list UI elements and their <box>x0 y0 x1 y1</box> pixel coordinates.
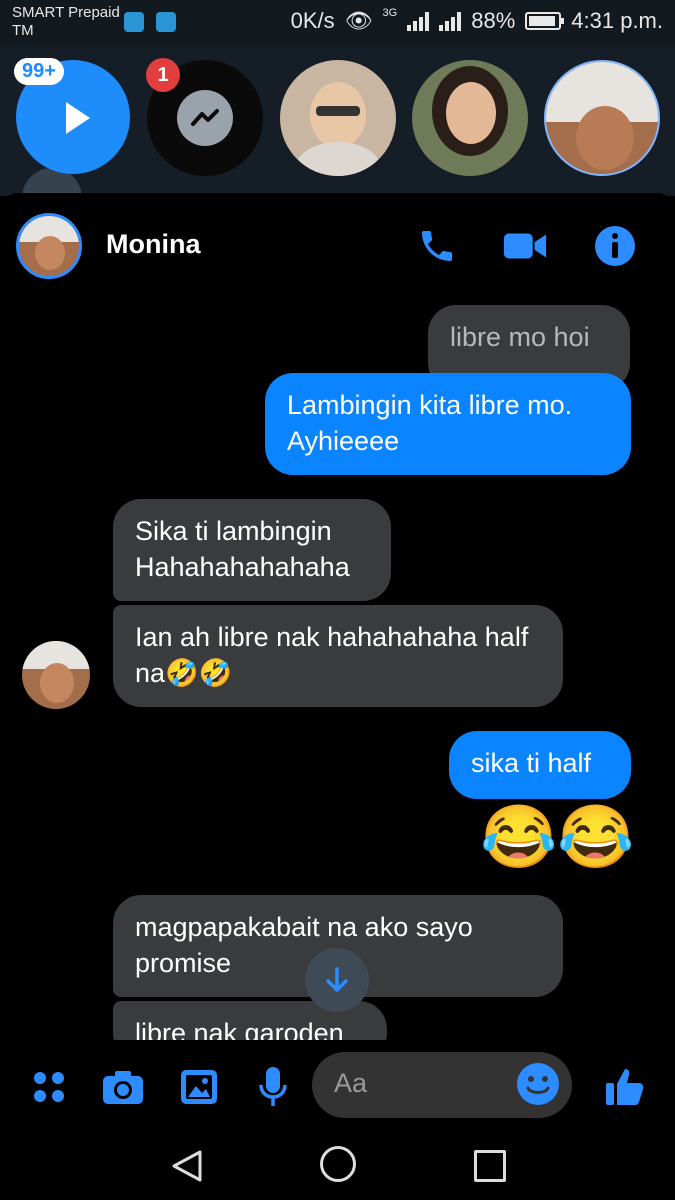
call-button[interactable] <box>414 223 460 269</box>
video-badge: 99+ <box>14 58 64 85</box>
composer-bar: Aa <box>0 1040 675 1130</box>
video-call-button[interactable] <box>502 223 548 269</box>
back-icon[interactable] <box>170 1148 206 1184</box>
battery-percent: 88% <box>471 8 516 33</box>
signal-icon <box>407 11 430 31</box>
signal-icon-2 <box>439 11 462 31</box>
message-bubble-incoming[interactable]: Sika ti lambingin Hahahahahahaha <box>113 499 391 601</box>
message-list: libre mo hoi Lambingin kita libre mo. Ay… <box>0 303 675 1061</box>
message-bubble-incoming[interactable]: Ian ah libre nak hahahahaha half na🤣🤣 <box>113 605 563 707</box>
glasses-shape <box>316 106 360 116</box>
carrier-name: SMART Prepaid <box>12 4 120 21</box>
avatar-face <box>576 106 634 170</box>
status-bar: SMART Prepaid TM 0K/s 👁 3G 88% 4:31 p.m. <box>0 0 675 46</box>
more-apps-button[interactable] <box>24 1062 74 1112</box>
scroll-down-button[interactable] <box>305 948 369 1012</box>
avatar-face <box>446 82 496 144</box>
messenger-badge: 1 <box>146 58 180 92</box>
network-type: 3G <box>382 7 398 19</box>
network-speed: 0K/s <box>290 8 335 33</box>
scroll-down-icon <box>326 967 348 992</box>
contact-avatar[interactable] <box>16 213 82 279</box>
info-icon <box>595 226 635 266</box>
message-bubble-outgoing[interactable]: Lambingin kita libre mo. Ayhieeee <box>265 373 631 475</box>
chat-head-contact-2[interactable] <box>412 60 528 176</box>
battery-icon <box>525 12 565 30</box>
message-input[interactable]: Aa <box>312 1052 572 1118</box>
chat-head-contact-1[interactable] <box>280 60 396 176</box>
play-icon <box>66 102 90 134</box>
chat-header: Monina <box>0 193 675 303</box>
thumbs-up-icon <box>606 1069 644 1105</box>
microphone-icon <box>259 1067 287 1106</box>
android-nav-bar <box>0 1130 675 1200</box>
message-bubble-outgoing[interactable]: sika ti half <box>449 731 631 799</box>
recent-apps-icon[interactable] <box>474 1150 506 1182</box>
messenger-notification-icon <box>124 12 144 32</box>
eye-comfort-icon: 👁 <box>344 8 373 33</box>
messenger-bolt-icon <box>191 109 219 126</box>
emoji-icon[interactable] <box>514 1060 562 1108</box>
avatar-shirt <box>296 142 380 176</box>
chat-head-contact-3[interactable] <box>544 60 660 176</box>
gallery-button[interactable] <box>174 1062 224 1112</box>
camera-icon <box>103 1071 143 1104</box>
video-call-icon <box>503 233 547 259</box>
message-input-placeholder: Aa <box>334 1068 368 1098</box>
carrier-sub: TM <box>12 22 34 39</box>
notification-icons <box>124 12 176 32</box>
carrier-label: SMART Prepaid TM <box>12 4 120 40</box>
microphone-button[interactable] <box>248 1062 298 1112</box>
clock: 4:31 p.m. <box>571 8 663 33</box>
home-icon[interactable] <box>320 1146 356 1182</box>
avatar-face <box>35 236 65 270</box>
gallery-icon <box>181 1070 217 1104</box>
call-icon <box>422 231 452 261</box>
avatar-face <box>40 663 74 703</box>
more-apps-icon <box>34 1072 64 1102</box>
chat-panel: Monina libre mo hoi Lambingin kita libre… <box>0 193 675 1133</box>
camera-button[interactable] <box>98 1062 148 1112</box>
messenger-icon <box>177 90 233 146</box>
status-right: 0K/s 👁 3G 88% 4:31 p.m. <box>290 7 663 34</box>
twitter-notification-icon <box>156 12 176 32</box>
sender-avatar[interactable] <box>22 641 90 709</box>
contact-name[interactable]: Monina <box>106 229 201 260</box>
emoji-message[interactable]: 😂😂 <box>480 803 634 873</box>
info-button[interactable] <box>592 223 638 269</box>
like-button[interactable] <box>600 1062 650 1112</box>
